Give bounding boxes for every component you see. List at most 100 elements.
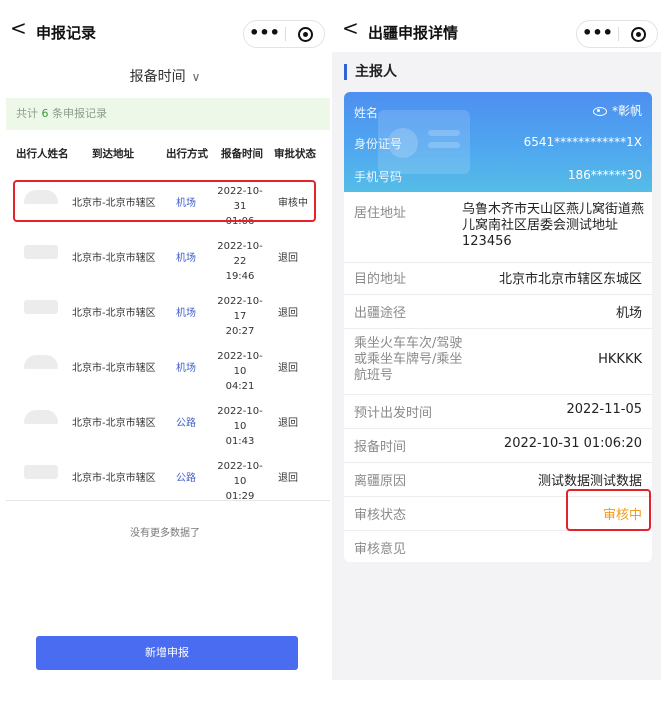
name-value-group: *彰帆 xyxy=(592,102,642,119)
screenshot-root: < 申报记录 ••• 报备时间 ∨ 共计 6 条申报记录 出行人姓名 到达地址 出… xyxy=(0,0,669,701)
capsule-divider xyxy=(618,27,619,41)
row-date: 2022-10-22 xyxy=(217,241,263,267)
no-more-data: 没有更多数据了 xyxy=(130,528,200,539)
row-date: 2022-10-10 xyxy=(217,461,263,487)
capsule-divider xyxy=(285,27,286,41)
record-list-page: < 申报记录 ••• 报备时间 ∨ 共计 6 条申报记录 出行人姓名 到达地址 出… xyxy=(0,0,330,701)
divider xyxy=(344,462,652,463)
row-time: 2022-10-10 01:29 xyxy=(212,459,268,504)
count-number: 6 xyxy=(41,107,49,120)
info-value: 测试数据测试数据 xyxy=(537,474,642,489)
more-icon[interactable]: ••• xyxy=(244,21,285,47)
section-title: 主报人 xyxy=(344,64,397,80)
row-destination: 北京市-北京市辖区 xyxy=(72,363,156,374)
info-value: 乌鲁木齐市天山区燕儿窝街道燕儿窝南社区居委会测试地址123456 xyxy=(462,202,645,249)
id-value: 6541************1X xyxy=(523,135,642,149)
table-row[interactable]: 北京市-北京市辖区 公路 2022-10-10 01:29 退回 xyxy=(0,449,330,504)
row-status: 退回 xyxy=(278,473,298,484)
phone-label: 手机号码 xyxy=(354,170,403,184)
row-destination: 北京市-北京市辖区 xyxy=(72,253,156,264)
row-status: 退回 xyxy=(278,308,298,319)
row-time: 2022-10-17 20:27 xyxy=(212,294,268,339)
more-icon[interactable]: ••• xyxy=(577,21,618,47)
row-date: 2022-10-10 xyxy=(217,351,263,377)
header-time: 报备时间 xyxy=(221,148,263,160)
close-target-icon[interactable] xyxy=(298,27,313,42)
row-clock: 04:21 xyxy=(225,381,255,392)
declaration-detail-page: < 出疆申报详情 ••• 主报人 姓名 *彰帆 身份证号 6541*******… xyxy=(332,0,661,680)
page-title: 申报记录 xyxy=(36,24,97,42)
info-label: 预计出发时间 xyxy=(354,406,433,421)
list-divider xyxy=(6,500,330,501)
header-mode: 出行方式 xyxy=(166,148,208,160)
info-label: 出疆途径 xyxy=(354,306,407,321)
highlight-box xyxy=(566,489,651,531)
count-suffix: 条申报记录 xyxy=(52,107,107,120)
header-destination: 到达地址 xyxy=(92,148,134,160)
info-label: 审核状态 xyxy=(354,508,407,523)
info-value: 北京市北京市辖区东城区 xyxy=(498,272,642,287)
row-clock: 19:46 xyxy=(225,271,255,282)
id-label: 身份证号 xyxy=(354,137,403,151)
row-mode: 机场 xyxy=(176,308,196,319)
highlight-box xyxy=(13,180,316,222)
row-destination: 北京市-北京市辖区 xyxy=(72,418,156,429)
row-status: 退回 xyxy=(278,363,298,374)
row-time: 2022-10-10 01:43 xyxy=(212,404,268,449)
phone-value: 186******30 xyxy=(567,168,642,182)
divider xyxy=(344,394,652,395)
info-value: 2022-11-05 xyxy=(566,402,642,417)
row-clock: 20:27 xyxy=(225,326,255,337)
table-row[interactable]: 北京市-北京市辖区 公路 2022-10-10 01:43 退回 xyxy=(0,394,330,449)
chevron-down-icon: ∨ xyxy=(191,70,201,84)
info-value: 机场 xyxy=(615,306,642,321)
info-label: 报备时间 xyxy=(354,440,407,455)
avatar xyxy=(24,465,58,479)
info-label: 居住地址 xyxy=(354,206,407,221)
time-filter[interactable]: 报备时间 ∨ xyxy=(0,66,330,86)
row-destination: 北京市-北京市辖区 xyxy=(72,473,156,484)
row-clock: 01:43 xyxy=(225,436,255,447)
id-card-line xyxy=(428,142,460,148)
divider xyxy=(344,428,652,429)
info-label: 乘坐火车车次/驾驶或乘坐车牌号/乘坐航班号 xyxy=(354,336,463,383)
close-target-icon[interactable] xyxy=(631,27,646,42)
row-mode: 机场 xyxy=(176,253,196,264)
record-count-bar: 共计 6 条申报记录 xyxy=(6,98,330,130)
row-destination: 北京市-北京市辖区 xyxy=(72,308,156,319)
info-label: 审核意见 xyxy=(354,542,407,557)
avatar xyxy=(24,410,58,424)
row-status: 退回 xyxy=(278,418,298,429)
eye-icon[interactable] xyxy=(592,107,607,116)
divider xyxy=(344,328,652,329)
avatar xyxy=(24,300,58,314)
identity-card-header: 姓名 *彰帆 身份证号 6541************1X 手机号码 186*… xyxy=(344,92,652,192)
nav-bar: < 申报记录 ••• xyxy=(0,0,330,56)
table-row[interactable]: 北京市-北京市辖区 机场 2022-10-17 20:27 退回 xyxy=(0,284,330,339)
avatar xyxy=(24,355,58,369)
table-row[interactable]: 北京市-北京市辖区 机场 2022-10-22 19:46 退回 xyxy=(0,229,330,282)
page-title: 出疆申报详情 xyxy=(368,24,459,42)
divider xyxy=(344,262,652,263)
mini-program-capsule: ••• xyxy=(576,20,658,48)
filter-label: 报备时间 xyxy=(129,69,186,85)
count-prefix: 共计 xyxy=(16,107,38,120)
back-icon[interactable]: < xyxy=(10,18,27,38)
info-value: 2022-10-31 01:06:20 xyxy=(503,436,642,451)
id-card-line xyxy=(428,130,460,136)
info-label: 目的地址 xyxy=(354,272,407,287)
row-mode: 公路 xyxy=(176,473,196,484)
divider xyxy=(344,294,652,295)
back-icon[interactable]: < xyxy=(342,18,359,38)
avatar xyxy=(24,245,58,259)
name-value: *彰帆 xyxy=(611,104,642,118)
row-status: 退回 xyxy=(278,253,298,264)
header-status: 审批状态 xyxy=(274,148,316,160)
table-row[interactable]: 北京市-北京市辖区 机场 2022-10-10 04:21 退回 xyxy=(0,339,330,392)
info-label: 离疆原因 xyxy=(354,474,407,489)
header-traveler: 出行人姓名 xyxy=(16,148,69,160)
name-label: 姓名 xyxy=(354,106,379,120)
new-declaration-button[interactable]: 新增申报 xyxy=(36,636,298,670)
row-date: 2022-10-10 xyxy=(217,406,263,432)
row-date: 2022-10-17 xyxy=(217,296,263,322)
